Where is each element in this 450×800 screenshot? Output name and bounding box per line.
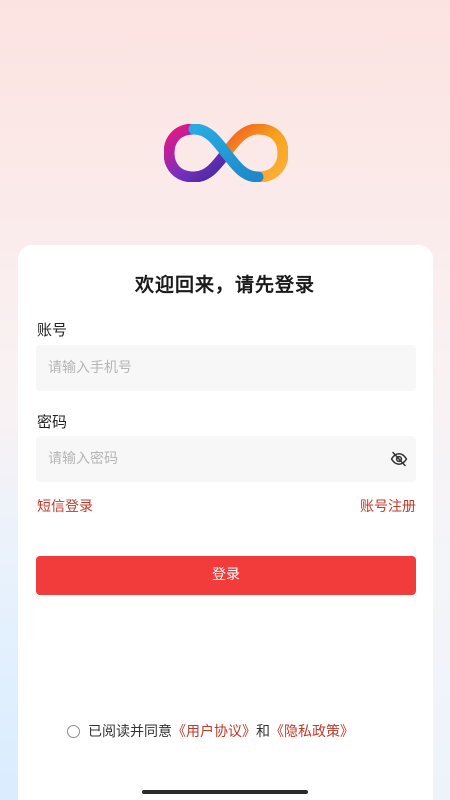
infinity-logo-icon xyxy=(164,124,288,182)
agreement-checkbox[interactable] xyxy=(67,724,80,738)
agreement-prefix: 已阅读并同意 xyxy=(88,724,172,740)
eye-off-icon[interactable] xyxy=(390,450,408,468)
agreement-conjunction: 和 xyxy=(256,724,270,740)
password-label: 密码 xyxy=(37,413,68,431)
password-input[interactable] xyxy=(48,436,378,482)
login-button[interactable]: 登录 xyxy=(36,556,416,595)
privacy-policy-link[interactable]: 《隐私政策》 xyxy=(270,721,354,741)
page-title: 欢迎回来，请先登录 xyxy=(134,274,315,296)
password-input-container xyxy=(36,436,416,482)
agreement-row: 已阅读并同意 《用户协议》 和 《隐私政策》 xyxy=(67,721,354,741)
account-input[interactable] xyxy=(48,345,378,391)
user-agreement-link[interactable]: 《用户协议》 xyxy=(172,721,256,741)
account-input-container xyxy=(36,345,416,391)
account-label: 账号 xyxy=(37,321,68,339)
sms-login-link[interactable]: 短信登录 xyxy=(37,496,93,516)
home-indicator xyxy=(142,790,308,794)
register-link[interactable]: 账号注册 xyxy=(360,496,416,516)
login-card xyxy=(18,245,433,800)
